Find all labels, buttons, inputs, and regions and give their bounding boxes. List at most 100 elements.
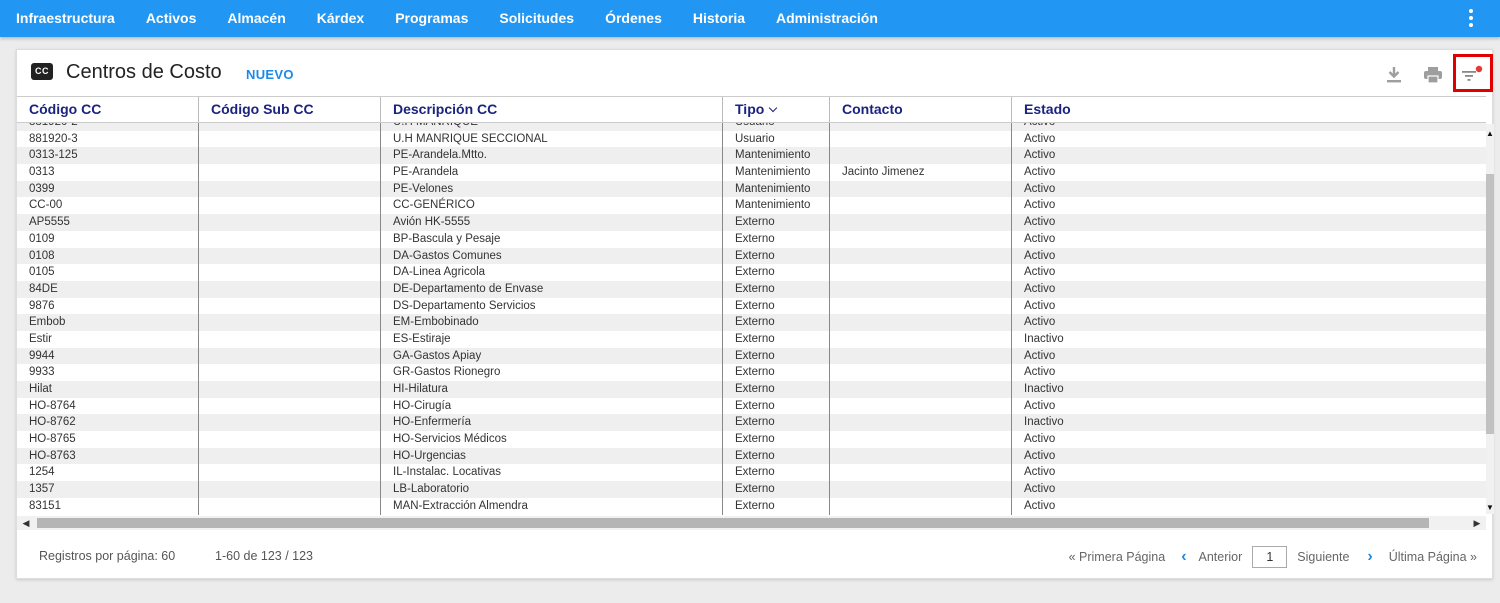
scroll-up-arrow-icon[interactable]: ▲ xyxy=(1486,130,1494,138)
table-cell xyxy=(830,230,1012,248)
table-cell: 0108 xyxy=(17,247,199,265)
table-cell xyxy=(830,314,1012,331)
scroll-right-arrow-icon[interactable]: ▶ xyxy=(1471,517,1483,529)
table-cell: Activo xyxy=(1024,216,1056,229)
nav-menu: Infraestructura Activos Almacén Kárdex Progr… xyxy=(0,0,893,37)
table-row[interactable]: 1357 LB-Laboratorio Externo Activo xyxy=(17,481,1486,498)
table-cell: Inactivo xyxy=(1024,332,1064,345)
table-cell: BP-Bascula y Pesaje xyxy=(381,230,723,248)
table-cell: GA-Gastos Apiay xyxy=(381,347,723,365)
column-header-codigo-cc[interactable]: Código CC xyxy=(17,97,199,122)
nav-item[interactable]: Kárdex xyxy=(301,0,379,37)
table-cell xyxy=(830,447,1012,465)
table-row[interactable]: HO-8764 HO-Cirugía Externo Activo xyxy=(17,397,1486,415)
horizontal-scroll-thumb[interactable] xyxy=(37,518,1429,528)
new-button[interactable]: NUEVO xyxy=(246,67,294,82)
next-page-link[interactable]: Siguiente xyxy=(1297,550,1349,564)
table-cell xyxy=(199,381,381,398)
table-cell: Externo xyxy=(723,397,830,415)
kebab-menu-icon[interactable] xyxy=(1466,5,1476,31)
table-row[interactable]: 0109 BP-Bascula y Pesaje Externo Activo xyxy=(17,230,1486,248)
table-cell: Externo xyxy=(723,330,830,348)
card-header: CC Centros de Costo NUEVO xyxy=(17,50,1493,96)
previous-page-link[interactable]: Anterior xyxy=(1199,550,1243,564)
nav-item[interactable]: Órdenes xyxy=(590,0,678,37)
table-cell: Avión HK-5555 xyxy=(381,214,723,231)
first-page-link[interactable]: « Primera Página xyxy=(1069,550,1166,564)
table-cell: MAN-Extracción Almendra xyxy=(381,497,723,515)
table-row[interactable]: 9933 GR-Gastos Rionegro Externo Activo xyxy=(17,364,1486,381)
last-page-link[interactable]: Última Página » xyxy=(1389,550,1477,564)
chevron-right-icon[interactable]: › xyxy=(1367,548,1372,566)
table-cell xyxy=(199,147,381,165)
page-title: Centros de Costo xyxy=(66,61,222,83)
table-row[interactable]: CC-00 CC-GENÉRICO Mantenimiento Activo xyxy=(17,197,1486,215)
table-row[interactable]: HO-8762 HO-Enfermería Externo Inactivo xyxy=(17,414,1486,432)
vertical-scrollbar[interactable]: ▲ ▼ xyxy=(1486,124,1494,514)
table-row[interactable]: AP5555 Avión HK-5555 Externo Activo xyxy=(17,214,1486,231)
table-row[interactable]: 9944 GA-Gastos Apiay Externo Activo xyxy=(17,347,1486,365)
nav-item[interactable]: Almacén xyxy=(212,0,301,37)
nav-item[interactable]: Solicitudes xyxy=(484,0,590,37)
table-cell: Externo xyxy=(723,381,830,398)
table-row[interactable]: 83151 MAN-Extracción Almendra Externo Activ… xyxy=(17,497,1486,515)
table-row[interactable]: 9876 DS-Departamento Servicios Externo Acti… xyxy=(17,297,1486,315)
table-cell xyxy=(199,247,381,265)
table-row[interactable]: Hilat HI-Hilatura Externo Inactivo xyxy=(17,381,1486,398)
table-cell: U.H MANRIQUE SECCIONAL xyxy=(381,130,723,148)
column-header-codigo-sub-cc[interactable]: Código Sub CC xyxy=(199,97,381,122)
table-cell: Activo xyxy=(1024,366,1056,379)
vertical-scroll-thumb[interactable] xyxy=(1486,174,1494,434)
column-header-tipo[interactable]: Tipo xyxy=(723,97,830,122)
scroll-down-arrow-icon[interactable]: ▼ xyxy=(1486,504,1494,512)
download-icon[interactable] xyxy=(1382,63,1406,87)
table-cell xyxy=(830,130,1012,148)
table-row[interactable]: 881920-3 U.H MANRIQUE SECCIONAL Usuario Act… xyxy=(17,130,1486,148)
nav-item[interactable]: Activos xyxy=(130,0,212,37)
table-cell: Mantenimiento xyxy=(723,164,830,181)
table-cell: Embob xyxy=(17,314,199,331)
table-row[interactable]: 0399 PE-Velones Mantenimiento Activo xyxy=(17,180,1486,198)
table-cell xyxy=(830,280,1012,298)
chevron-left-icon[interactable]: ‹ xyxy=(1181,548,1186,566)
scroll-left-arrow-icon[interactable]: ◀ xyxy=(20,517,32,529)
nav-item[interactable]: Infraestructura xyxy=(0,0,130,37)
table-cell: Jacinto Jimenez xyxy=(830,164,1012,181)
table-row[interactable]: 0313 PE-Arandela Mantenimiento Jacinto Jime… xyxy=(17,164,1486,181)
horizontal-scrollbar[interactable]: ◀ ▶ xyxy=(17,516,1486,530)
nav-item[interactable]: Programas xyxy=(380,0,484,37)
table-row[interactable]: 0313-125 PE-Arandela.Mtto. Mantenimiento Ac… xyxy=(17,147,1486,165)
table-cell: DA-Linea Agricola xyxy=(381,264,723,281)
table-row[interactable]: 84DE DE-Departamento de Envase Externo Acti… xyxy=(17,280,1486,298)
table-row[interactable]: Estir ES-Estiraje Externo Inactivo xyxy=(17,330,1486,348)
table-cell xyxy=(199,180,381,198)
table-row[interactable]: HO-8765 HO-Servicios Médicos Externo Activo xyxy=(17,431,1486,448)
table-cell: Mantenimiento xyxy=(723,197,830,215)
table-cell: Externo xyxy=(723,464,830,482)
nav-item[interactable]: Administración xyxy=(761,0,894,37)
table-cell: AP5555 xyxy=(17,214,199,231)
filter-icon[interactable] xyxy=(1459,62,1483,86)
table-cell: Activo xyxy=(1024,449,1056,462)
table-cell: 9944 xyxy=(17,347,199,365)
table-row[interactable]: HO-8763 HO-Urgencias Externo Activo xyxy=(17,447,1486,465)
column-header-estado[interactable]: Estado xyxy=(1012,97,1486,122)
column-header-contacto[interactable]: Contacto xyxy=(830,97,1012,122)
table-row[interactable]: Embob EM-Embobinado Externo Activo xyxy=(17,314,1486,331)
table-cell: Inactivo xyxy=(1024,416,1064,429)
nav-item[interactable]: Historia xyxy=(677,0,760,37)
table-cell: Activo xyxy=(1024,266,1056,279)
table-row[interactable]: 1254 IL-Instalac. Locativas Externo Activo xyxy=(17,464,1486,482)
table-cell: DS-Departamento Servicios xyxy=(381,297,723,315)
table-cell: 83151 xyxy=(17,497,199,515)
page-number-input[interactable] xyxy=(1252,546,1288,568)
table-cell xyxy=(830,214,1012,231)
table-cell xyxy=(199,297,381,315)
print-icon[interactable] xyxy=(1421,63,1445,87)
column-header-descripcion-cc[interactable]: Descripción CC xyxy=(381,97,723,122)
table-cell: Activo xyxy=(1024,199,1056,212)
table-cell: Externo xyxy=(723,347,830,365)
table-row[interactable]: 0108 DA-Gastos Comunes Externo Activo xyxy=(17,247,1486,265)
table-cell xyxy=(830,381,1012,398)
table-row[interactable]: 0105 DA-Linea Agricola Externo Activo xyxy=(17,264,1486,281)
